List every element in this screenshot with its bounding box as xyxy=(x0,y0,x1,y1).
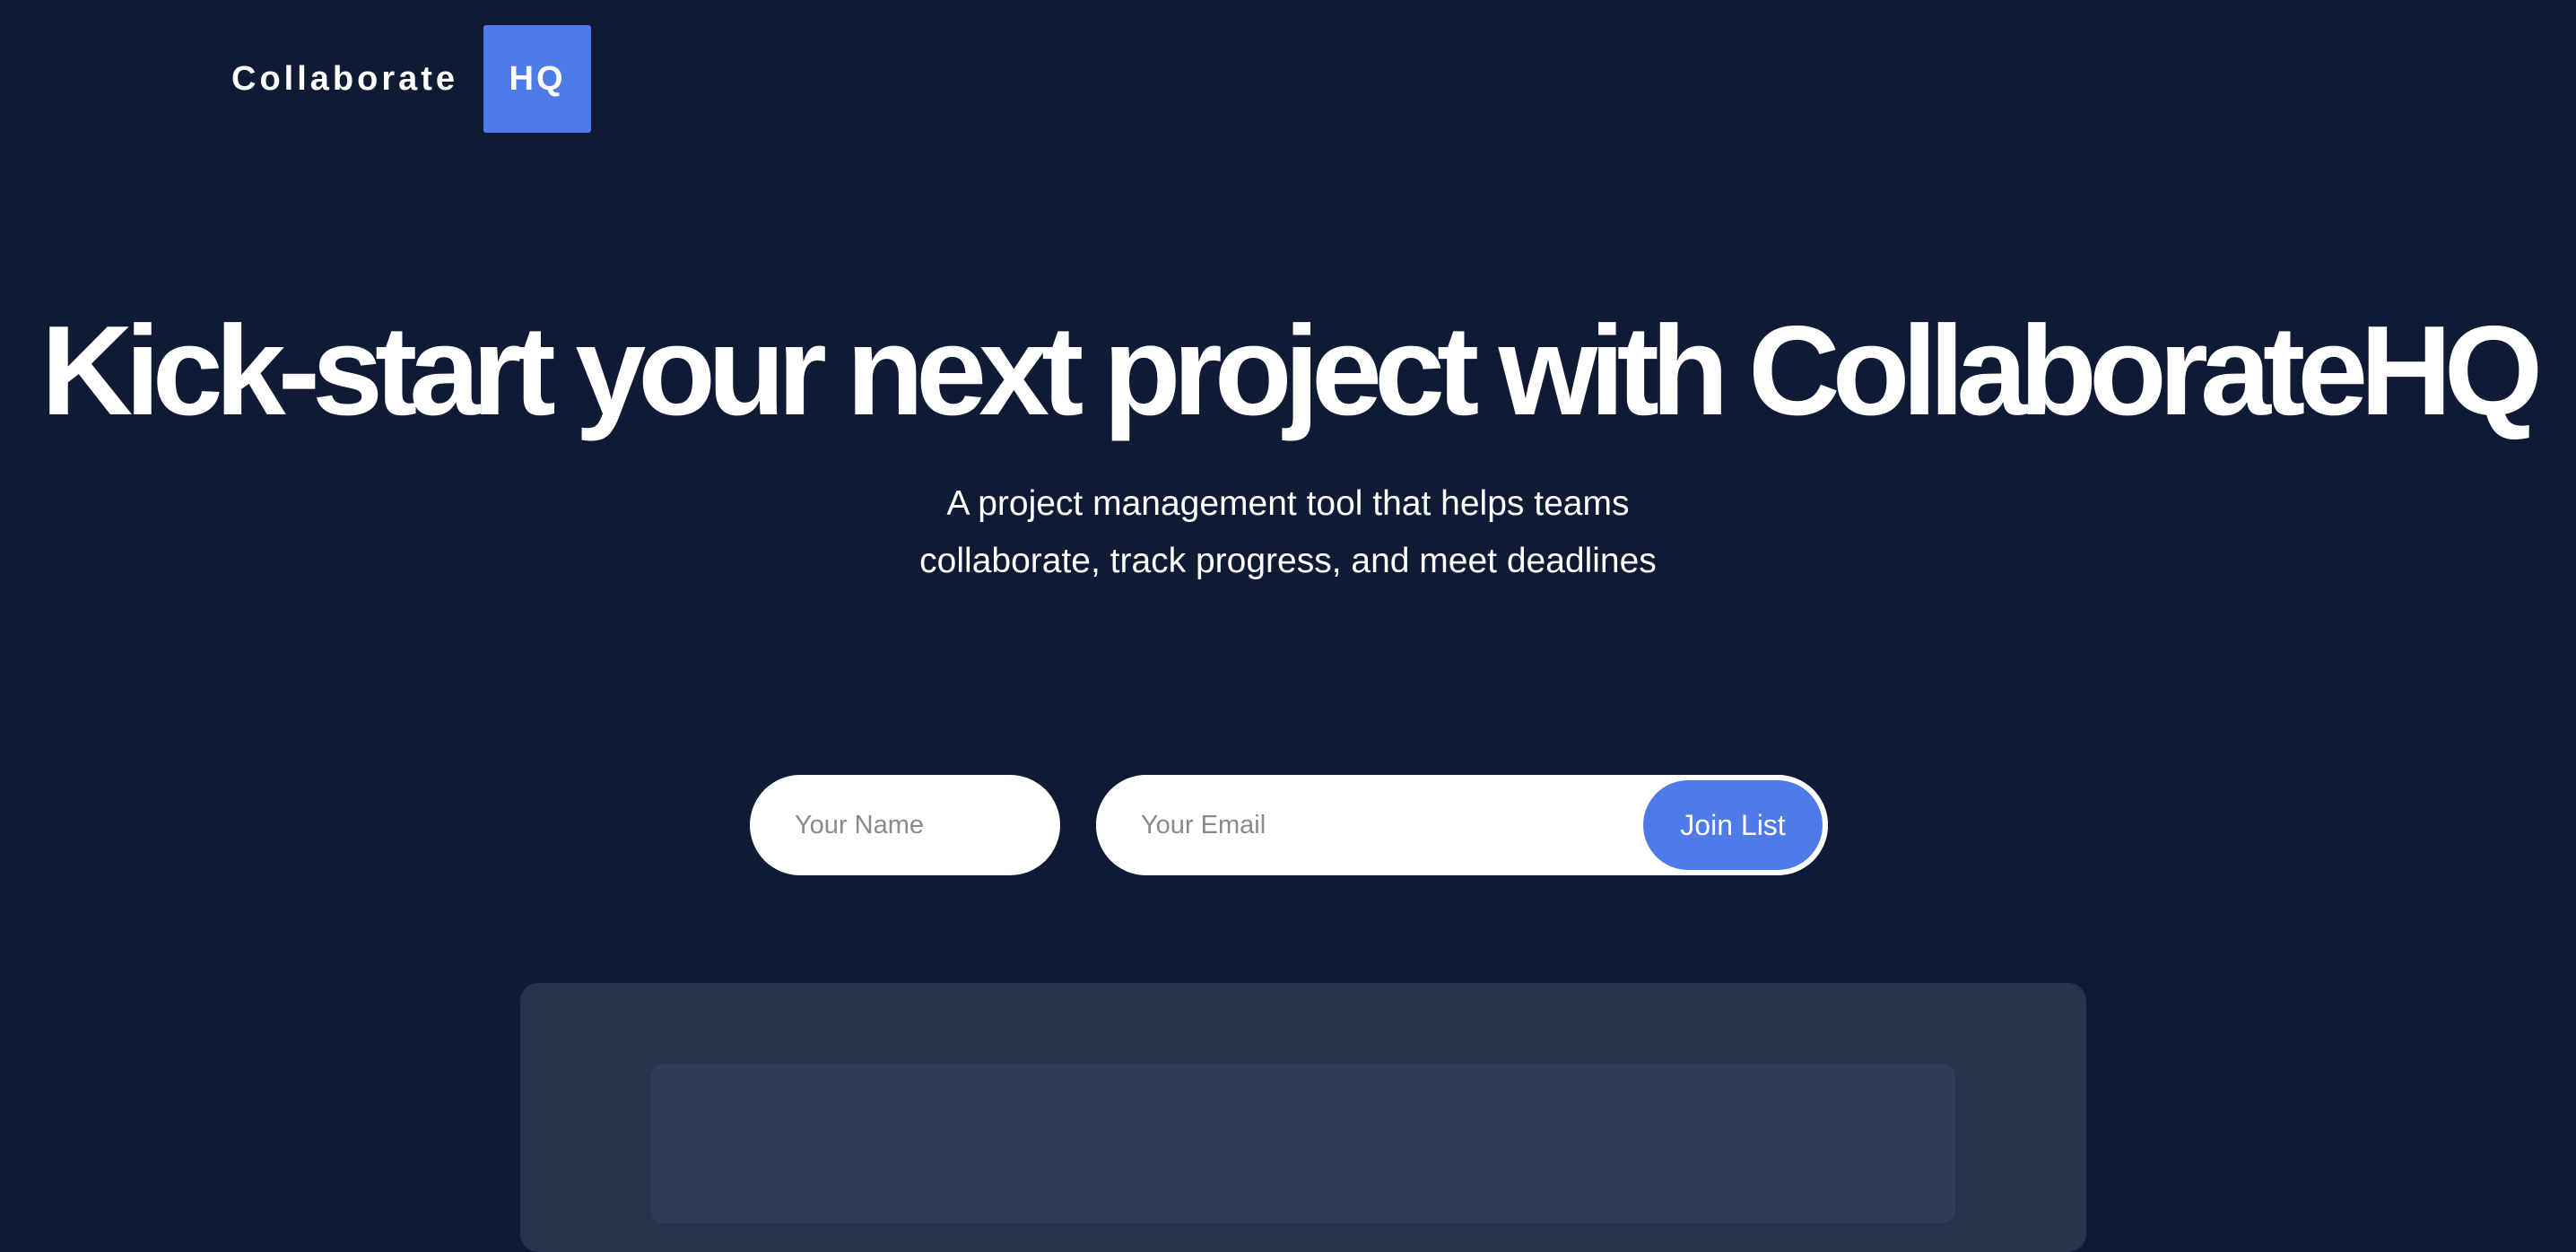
hero-section: Kick-start your next project with Collab… xyxy=(0,305,2576,590)
logo[interactable]: Collaborate HQ xyxy=(231,25,592,133)
logo-text: Collaborate xyxy=(231,59,459,98)
signup-form: Join List xyxy=(750,775,1828,875)
hero-subtitle: A project management tool that helps tea… xyxy=(919,484,1657,580)
app-preview-card xyxy=(520,983,2086,1252)
name-input[interactable] xyxy=(750,775,1060,875)
email-input-group: Join List xyxy=(1096,775,1828,875)
app-preview-panel xyxy=(651,1064,1955,1223)
join-list-button[interactable]: Join List xyxy=(1643,780,1823,870)
hero-title: Kick-start your next project with Collab… xyxy=(40,300,2543,442)
logo-badge: HQ xyxy=(483,25,592,133)
